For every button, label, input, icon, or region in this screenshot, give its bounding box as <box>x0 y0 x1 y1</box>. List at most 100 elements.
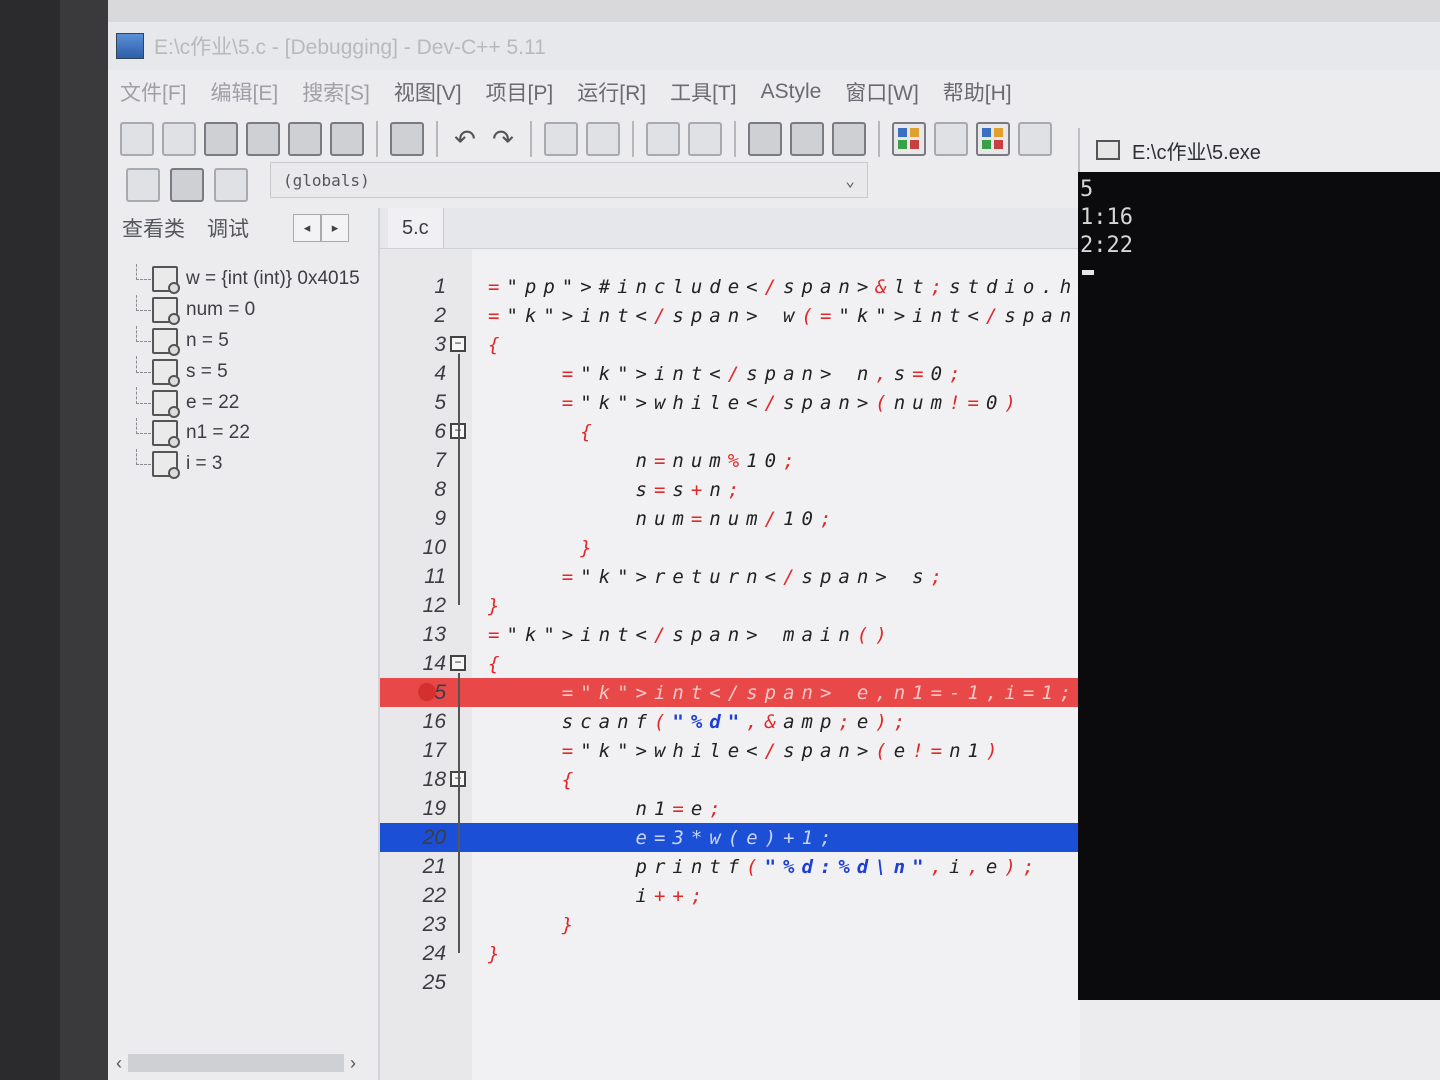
code-line[interactable]: 1 ="pp">#include</span>&lt;stdio.h&gt; <box>380 272 1144 301</box>
back-icon[interactable] <box>748 122 782 156</box>
tile-icon[interactable] <box>1018 122 1052 156</box>
line-number[interactable]: 4 <box>380 362 446 386</box>
code-line[interactable]: 8 s=s+n; <box>380 475 1080 504</box>
print-icon[interactable] <box>390 122 424 156</box>
unindent-icon[interactable] <box>688 122 722 156</box>
save-all-icon[interactable] <box>246 122 280 156</box>
code-line[interactable]: 17 ="k">while</span>(e!=n1) <box>380 736 1080 765</box>
code-line[interactable]: 11 ="k">return</span> s; <box>380 562 1080 591</box>
line-number[interactable]: 7 <box>380 449 446 473</box>
replace-icon[interactable] <box>586 122 620 156</box>
line-number[interactable]: 13 <box>380 623 446 647</box>
goto-icon[interactable] <box>170 168 204 202</box>
code-line[interactable]: 7 n=num%10; <box>380 446 1080 475</box>
scope-dropdown[interactable]: (globals) ⌄ <box>270 162 868 198</box>
line-number[interactable]: 24 <box>380 942 446 966</box>
close-icon[interactable] <box>288 122 322 156</box>
code-editor[interactable]: 1="pp">#include</span>&lt;stdio.h&gt;2="… <box>380 250 1182 1080</box>
menu-astyle[interactable]: AStyle <box>761 80 822 104</box>
code-line[interactable]: 14 {− <box>380 649 1080 678</box>
horizontal-scrollbar[interactable]: ‹ › <box>116 1052 356 1074</box>
code-line[interactable]: 2="k">int</span> w(="k">int</span> num) <box>380 301 1181 330</box>
watch-item[interactable]: e = 22 <box>126 387 376 418</box>
line-number[interactable]: 8 <box>380 478 446 502</box>
menu-view[interactable]: 视图[V] <box>394 77 462 107</box>
code-line[interactable]: 18 {− <box>380 765 1080 794</box>
line-number[interactable]: 9 <box>380 507 446 531</box>
open-file-icon[interactable] <box>162 122 196 156</box>
line-number[interactable]: 3 <box>380 333 446 357</box>
line-number[interactable]: 14 <box>380 652 446 676</box>
code-line[interactable]: 15 ="k">int</span> e,n1=-1,i=1; <box>380 678 1080 707</box>
insert-icon[interactable] <box>126 168 160 202</box>
code-line[interactable]: 9 num=num/10; <box>380 504 1080 533</box>
watch-item[interactable]: i = 3 <box>126 448 376 480</box>
code-line[interactable]: 24} <box>380 939 1080 968</box>
menu-project[interactable]: 项目[P] <box>486 77 554 107</box>
line-number[interactable]: 6 <box>380 420 446 444</box>
menu-help[interactable]: 帮助[H] <box>943 77 1012 107</box>
chevron-left-icon[interactable]: ◂ <box>293 214 321 242</box>
scrollbar-thumb[interactable] <box>128 1054 344 1072</box>
line-number[interactable]: 12 <box>380 594 446 618</box>
tab-5c[interactable]: 5.c <box>388 208 444 248</box>
new-project-icon[interactable] <box>892 122 926 156</box>
menu-run[interactable]: 运行[R] <box>577 77 646 107</box>
redo-icon[interactable]: ↷ <box>488 124 518 155</box>
code-line[interactable]: 13 ="k">int</span> main() <box>380 620 1080 649</box>
code-line[interactable]: 4 ="k">int</span> n,s=0; <box>380 359 1080 388</box>
line-number[interactable]: 25 <box>380 971 446 995</box>
line-number[interactable]: 5 <box>380 391 446 415</box>
line-number[interactable]: 19 <box>380 797 446 821</box>
scroll-left-icon[interactable]: ‹ <box>116 1053 122 1074</box>
line-number[interactable]: 22 <box>380 884 446 908</box>
chevron-down-icon[interactable]: ⌄ <box>845 171 855 190</box>
class-view-icon[interactable] <box>976 122 1010 156</box>
fold-toggle-icon[interactable]: − <box>450 336 466 352</box>
code-line[interactable]: 25 <box>380 968 1080 997</box>
tab-debug[interactable]: 调试 <box>207 213 249 243</box>
line-number[interactable]: 21 <box>380 855 446 879</box>
line-number[interactable]: 16 <box>380 710 446 734</box>
forward-icon[interactable] <box>790 122 824 156</box>
menu-tools[interactable]: 工具[T] <box>670 77 737 107</box>
code-line[interactable]: 19 n1=e; <box>380 794 1080 823</box>
code-line[interactable]: 22 i++; <box>380 881 1080 910</box>
code-line[interactable]: 21 printf("%d:%d\n",i,e); <box>380 852 1080 881</box>
watch-item[interactable]: n = 5 <box>126 325 376 357</box>
undo-icon[interactable]: ↶ <box>450 124 480 155</box>
line-number[interactable]: 11 <box>380 565 446 589</box>
code-line[interactable]: 3 {− <box>380 330 1080 359</box>
find-icon[interactable] <box>544 122 578 156</box>
code-line[interactable]: 20 e=3*w(e)+1; <box>380 823 1080 852</box>
code-line[interactable]: 23 } <box>380 910 1080 939</box>
menu-edit[interactable]: 编辑[E] <box>211 77 279 107</box>
menu-search[interactable]: 搜索[S] <box>302 77 370 107</box>
line-number[interactable]: 23 <box>380 913 446 937</box>
menu-window[interactable]: 窗口[W] <box>845 77 919 107</box>
indent-icon[interactable] <box>646 122 680 156</box>
code-line[interactable]: 10 } <box>380 533 1080 562</box>
line-number[interactable]: 1 <box>380 275 446 299</box>
chevron-right-icon[interactable]: ▸ <box>321 214 349 242</box>
code-line[interactable]: 5 ="k">while</span>(num!=0) <box>380 388 1080 417</box>
save-icon[interactable] <box>204 122 238 156</box>
tab-class-view[interactable]: 查看类 <box>122 213 185 243</box>
code-line[interactable]: 6 {− <box>380 417 1080 446</box>
watch-item[interactable]: w = {int (int)} 0x4015 <box>126 264 376 295</box>
watch-item[interactable]: num = 0 <box>126 294 376 326</box>
code-line[interactable]: 12} <box>380 591 1080 620</box>
line-number[interactable]: 2 <box>380 304 446 328</box>
close-all-icon[interactable] <box>330 122 364 156</box>
bookmark-icon[interactable] <box>832 122 866 156</box>
line-number[interactable]: 18 <box>380 768 446 792</box>
new-file-icon[interactable] <box>120 122 154 156</box>
line-number[interactable]: 10 <box>380 536 446 560</box>
line-number[interactable]: 17 <box>380 739 446 763</box>
scroll-right-icon[interactable]: › <box>350 1053 356 1074</box>
code-line[interactable]: 16 scanf("%d",&amp;e); <box>380 707 1080 736</box>
toggle-icon[interactable] <box>214 168 248 202</box>
menu-file[interactable]: 文件[F] <box>120 77 187 107</box>
fold-toggle-icon[interactable]: − <box>450 655 466 671</box>
breakpoint-icon[interactable] <box>418 683 436 701</box>
